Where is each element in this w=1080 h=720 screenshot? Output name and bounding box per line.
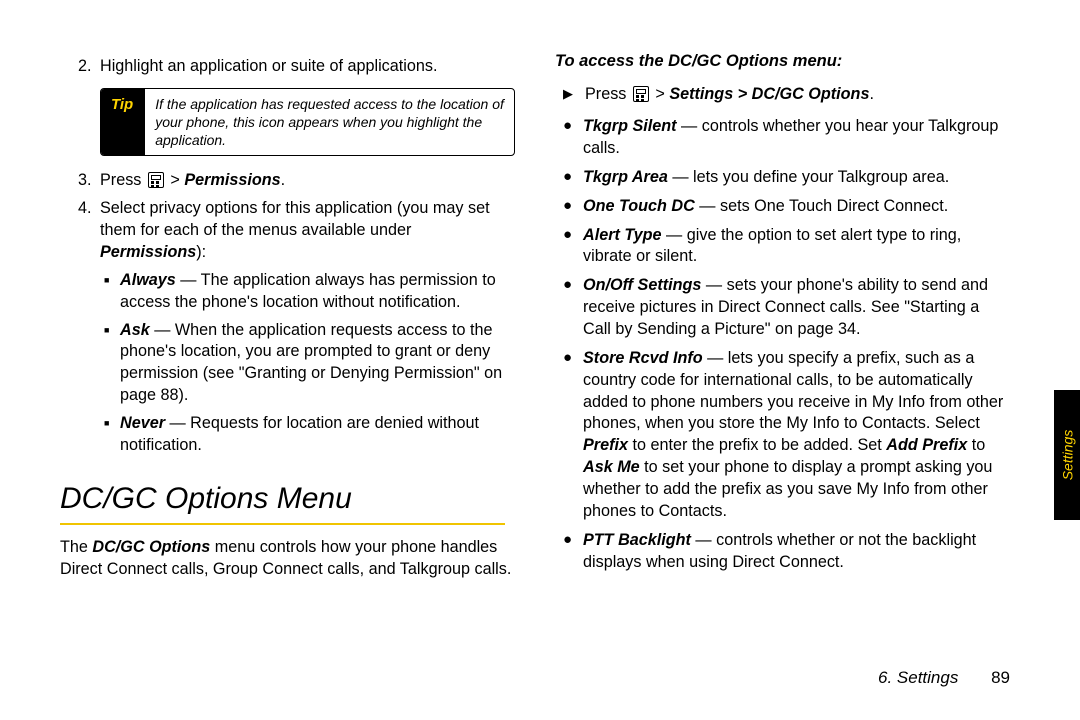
- option-always: Always — The application always has perm…: [104, 270, 515, 314]
- prefix-label: Prefix: [583, 436, 628, 454]
- text: Select privacy options for this applicat…: [100, 199, 490, 239]
- dot-bullet-icon: [563, 530, 583, 574]
- step-4: 4. Select privacy options for this appli…: [78, 198, 515, 264]
- option-desc: — The application always has permission …: [120, 271, 496, 311]
- menu-key-icon: [633, 86, 649, 102]
- option-body: Ask — When the application requests acce…: [120, 320, 515, 407]
- text: .: [281, 171, 286, 189]
- square-bullet-icon: [104, 413, 120, 457]
- add-prefix-label: Add Prefix: [886, 436, 967, 454]
- option-body: Never — Requests for location are denied…: [120, 413, 515, 457]
- option-ptt-backlight: PTT Backlight — controls whether or not …: [563, 530, 1010, 574]
- square-bullet-icon: [104, 270, 120, 314]
- option-body: Store Rcvd Info — lets you specify a pre…: [583, 348, 1010, 523]
- option-ask: Ask — When the application requests acce…: [104, 320, 515, 407]
- text: >: [166, 171, 184, 189]
- text: ):: [196, 243, 206, 261]
- option-desc: — lets you define your Talkgroup area.: [668, 168, 949, 186]
- option-title: Never: [120, 414, 165, 432]
- option-tkgrp-silent: Tkgrp Silent — controls whether you hear…: [563, 116, 1010, 160]
- option-title: Store Rcvd Info: [583, 349, 703, 367]
- text: >: [651, 85, 669, 103]
- tip-callout: Tip If the application has requested acc…: [100, 88, 515, 157]
- footer-page-number: 89: [991, 668, 1010, 687]
- permissions-label: Permissions: [184, 171, 280, 189]
- step-text: Highlight an application or suite of app…: [100, 56, 515, 78]
- tip-text: If the application has requested access …: [145, 89, 514, 156]
- option-title: Always: [120, 271, 176, 289]
- dcgc-options-list: Tkgrp Silent — controls whether you hear…: [555, 116, 1010, 573]
- step-number: 3.: [78, 170, 100, 192]
- dot-bullet-icon: [563, 348, 583, 523]
- permission-options-list: Always — The application always has perm…: [104, 270, 515, 457]
- menu-key-icon: [148, 172, 164, 188]
- text: Press: [100, 171, 146, 189]
- text: to: [967, 436, 985, 454]
- option-tkgrp-area: Tkgrp Area — lets you define your Talkgr…: [563, 167, 1010, 189]
- permissions-label: Permissions: [100, 243, 196, 261]
- two-column-layout: 2. Highlight an application or suite of …: [60, 50, 1010, 593]
- ask-me-label: Ask Me: [583, 458, 640, 476]
- option-title: Tkgrp Area: [583, 168, 668, 186]
- text: Press: [585, 85, 631, 103]
- step-number: 2.: [78, 56, 100, 78]
- option-desc: — sets One Touch Direct Connect.: [695, 197, 948, 215]
- side-tab-settings: Settings: [1054, 390, 1080, 520]
- option-body: Tkgrp Area — lets you define your Talkgr…: [583, 167, 949, 189]
- dcgc-label: DC/GC Options: [92, 538, 210, 556]
- text: .: [869, 85, 874, 103]
- option-body: On/Off Settings — sets your phone's abil…: [583, 275, 1010, 341]
- option-body: PTT Backlight — controls whether or not …: [583, 530, 1010, 574]
- right-column: To access the DC/GC Options menu: Press …: [555, 50, 1010, 593]
- step-text: Press > Permissions.: [100, 170, 515, 192]
- option-body: Alert Type — give the option to set aler…: [583, 225, 1010, 269]
- tip-label: Tip: [101, 89, 145, 156]
- square-bullet-icon: [104, 320, 120, 407]
- option-title: One Touch DC: [583, 197, 695, 215]
- text: to enter the prefix to be added. Set: [628, 436, 886, 454]
- option-title: On/Off Settings: [583, 276, 701, 294]
- step-text: Select privacy options for this applicat…: [100, 198, 515, 264]
- dot-bullet-icon: [563, 116, 583, 160]
- option-title: PTT Backlight: [583, 531, 691, 549]
- option-desc: — Requests for location are denied witho…: [120, 414, 479, 454]
- nav-path: Settings > DC/GC Options: [669, 85, 869, 103]
- option-title: Tkgrp Silent: [583, 117, 677, 135]
- access-step: Press > Settings > DC/GC Options.: [563, 84, 1010, 106]
- dot-bullet-icon: [563, 196, 583, 218]
- option-body: One Touch DC — sets One Touch Direct Con…: [583, 196, 948, 218]
- step-number: 4.: [78, 198, 100, 264]
- footer-chapter: 6. Settings: [878, 668, 958, 687]
- option-store-rcvd-info: Store Rcvd Info — lets you specify a pre…: [563, 348, 1010, 523]
- option-one-touch-dc: One Touch DC — sets One Touch Direct Con…: [563, 196, 1010, 218]
- access-subheading: To access the DC/GC Options menu:: [555, 50, 1010, 72]
- left-column: 2. Highlight an application or suite of …: [60, 50, 515, 593]
- option-desc: — When the application requests access t…: [120, 321, 502, 405]
- step-2: 2. Highlight an application or suite of …: [78, 56, 515, 78]
- page-footer: 6. Settings 89: [878, 668, 1010, 688]
- option-never: Never — Requests for location are denied…: [104, 413, 515, 457]
- section-intro: The DC/GC Options menu controls how your…: [60, 537, 515, 581]
- option-body: Always — The application always has perm…: [120, 270, 515, 314]
- dot-bullet-icon: [563, 275, 583, 341]
- triangle-bullet-icon: [563, 84, 585, 106]
- dot-bullet-icon: [563, 167, 583, 189]
- side-tab-label: Settings: [1059, 430, 1075, 481]
- text: to set your phone to display a prompt as…: [583, 458, 992, 520]
- option-body: Tkgrp Silent — controls whether you hear…: [583, 116, 1010, 160]
- option-onoff-settings: On/Off Settings — sets your phone's abil…: [563, 275, 1010, 341]
- text: The: [60, 538, 92, 556]
- option-title: Ask: [120, 321, 150, 339]
- access-step-body: Press > Settings > DC/GC Options.: [585, 84, 874, 106]
- option-alert-type: Alert Type — give the option to set aler…: [563, 225, 1010, 269]
- manual-page: 2. Highlight an application or suite of …: [0, 0, 1080, 720]
- section-heading-dcgc: DC/GC Options Menu: [60, 479, 505, 526]
- step-3: 3. Press > Permissions.: [78, 170, 515, 192]
- dot-bullet-icon: [563, 225, 583, 269]
- option-title: Alert Type: [583, 226, 662, 244]
